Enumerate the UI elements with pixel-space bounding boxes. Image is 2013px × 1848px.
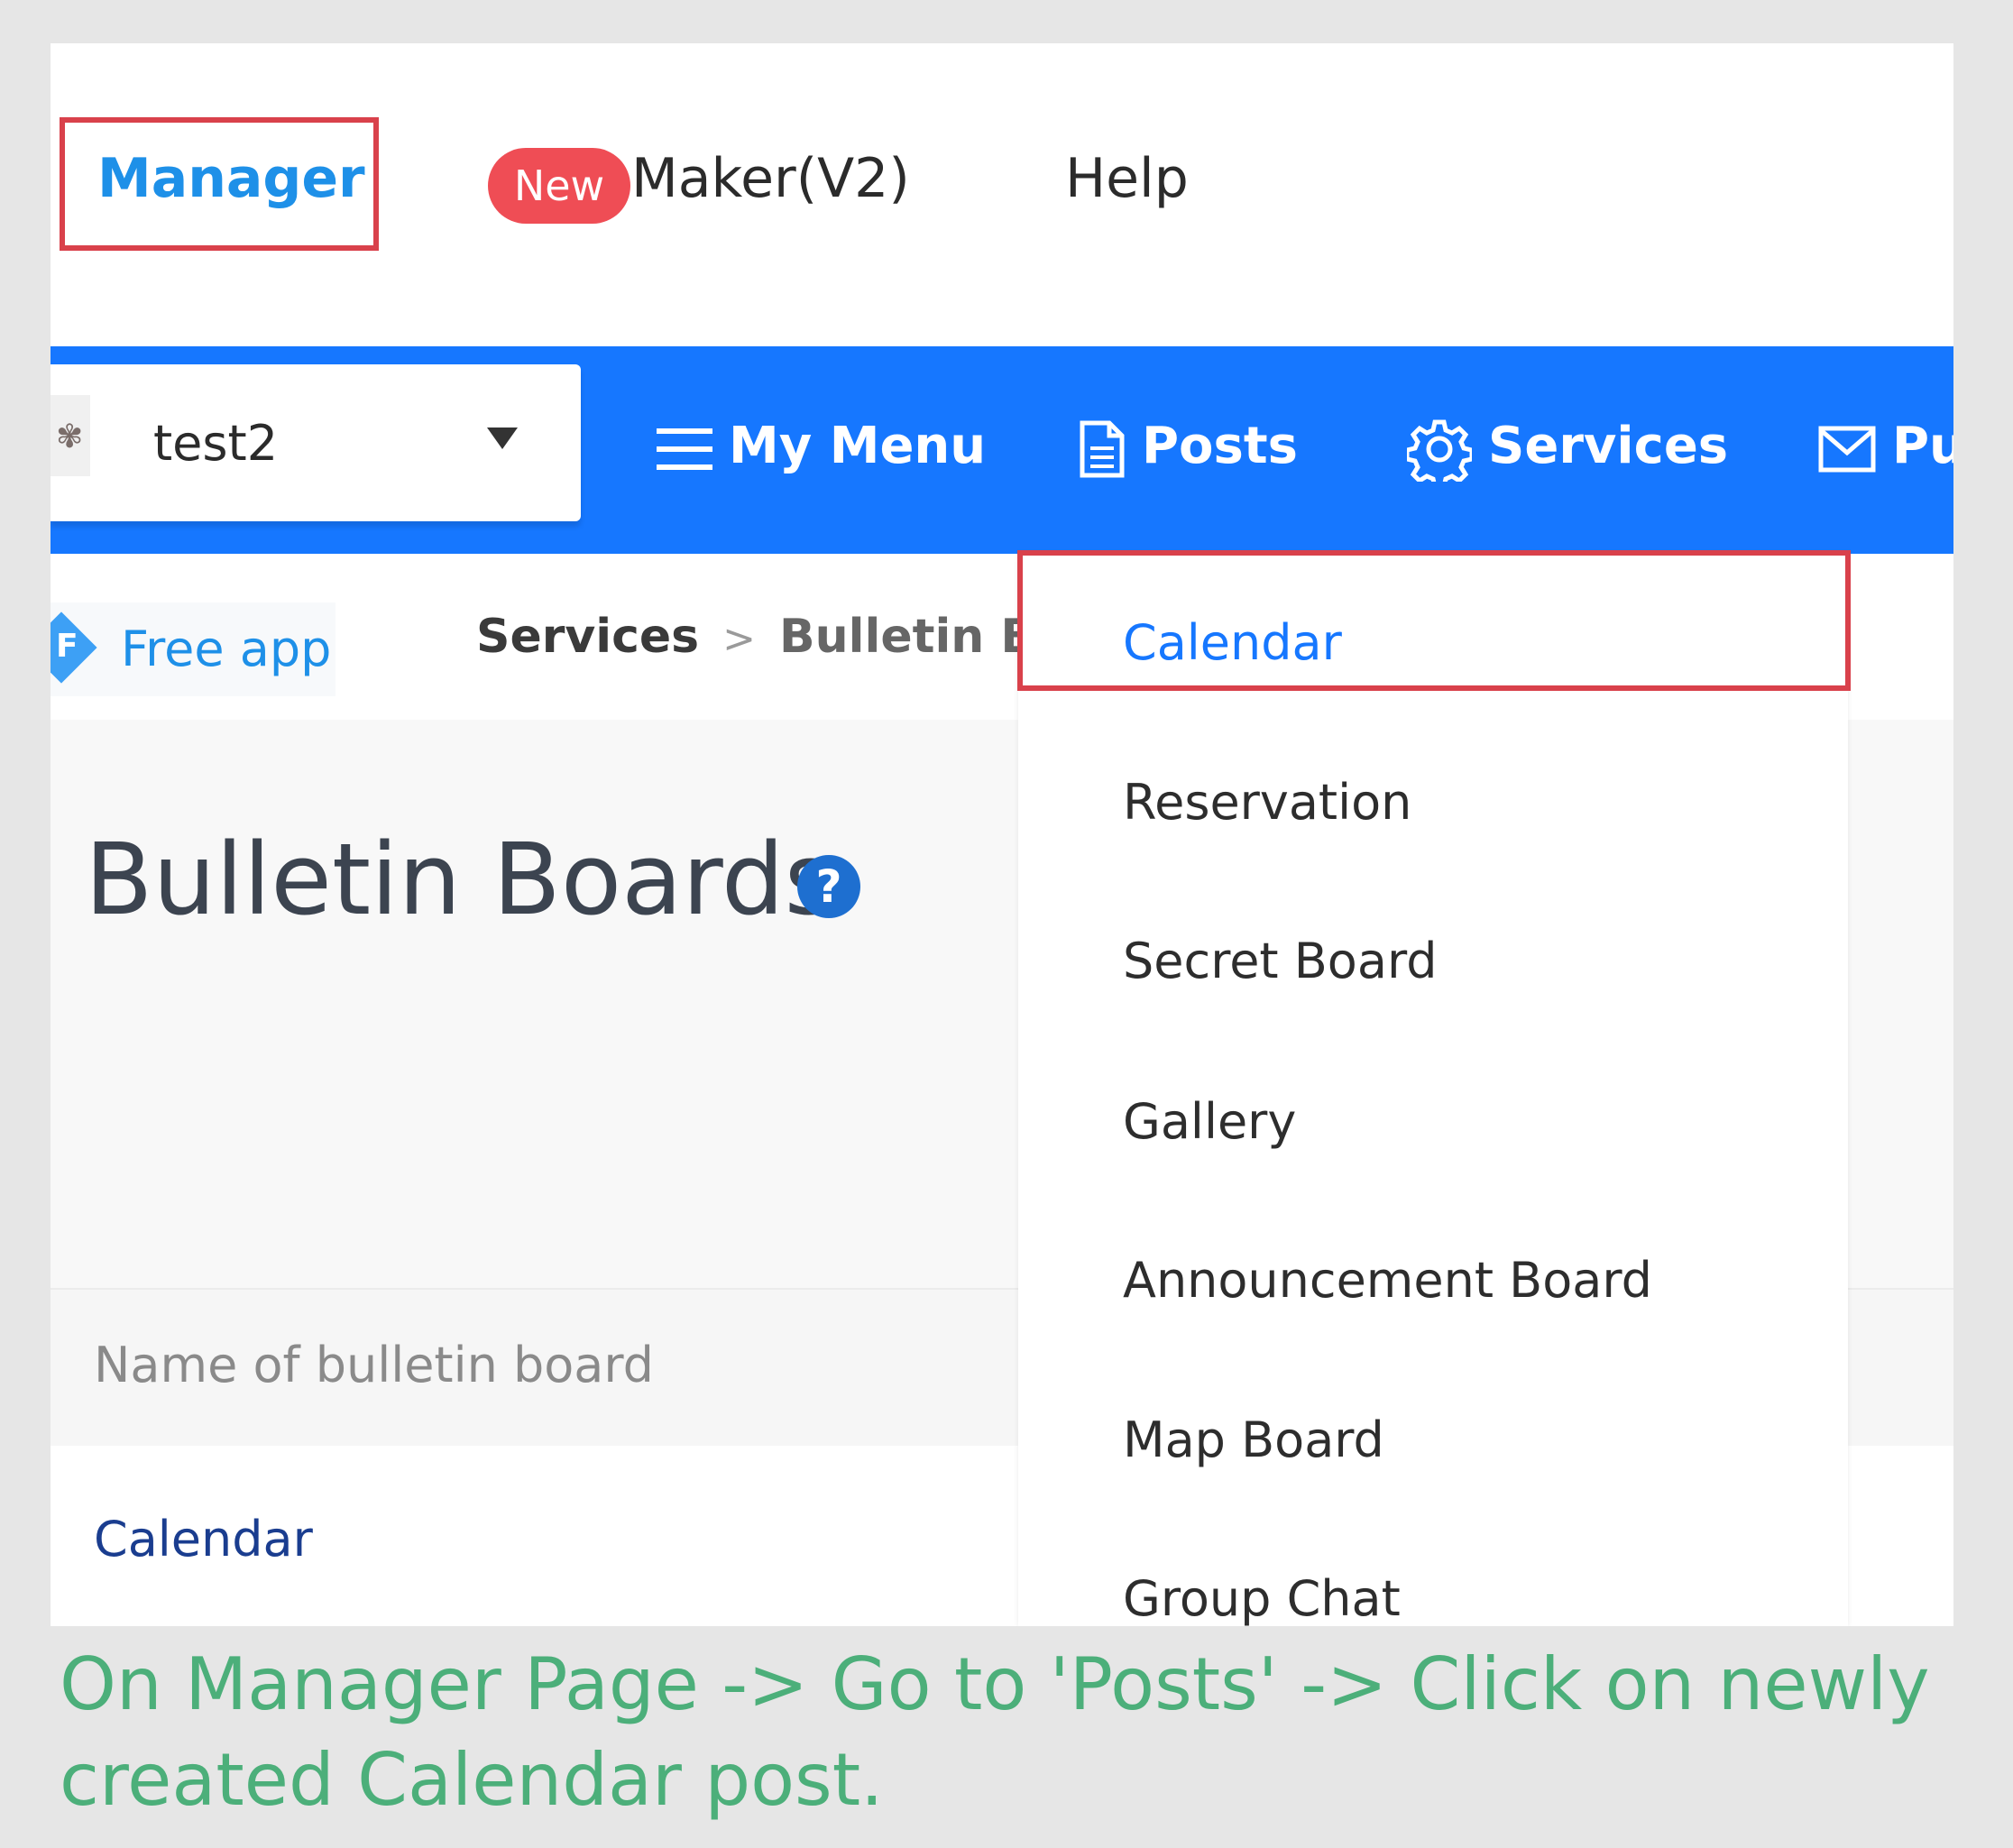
nav-posts-label: Posts	[1142, 417, 1298, 475]
breadcrumb-current: Bulletin B	[779, 610, 1037, 664]
app-selector-value: test2	[153, 415, 279, 472]
nav-my-menu[interactable]: My Menu	[657, 415, 986, 478]
menu-item-gallery[interactable]: Gallery	[1123, 1090, 1296, 1154]
new-badge: New	[488, 148, 630, 224]
caret-down-icon	[487, 428, 518, 449]
nav-my-menu-label: My Menu	[729, 417, 987, 475]
breadcrumb-services[interactable]: Services	[476, 610, 699, 664]
screenshot-frame: Manager New Maker(V2) Help ✾ test2 My Me…	[51, 43, 1953, 1626]
free-app-badge[interactable]: F Free app	[51, 602, 336, 696]
nav-push[interactable]: Pu	[1818, 415, 1953, 478]
breadcrumb: Services > Bulletin B	[476, 610, 1036, 664]
nav-push-label: Pu	[1892, 417, 1953, 475]
document-icon	[1080, 420, 1125, 478]
hamburger-icon	[657, 428, 712, 470]
nav-posts[interactable]: Posts	[1079, 415, 1298, 479]
breadcrumb-separator: >	[722, 616, 757, 662]
help-icon[interactable]: ?	[797, 855, 860, 918]
column-header-name: Name of bulletin board	[94, 1337, 654, 1393]
menu-item-reservation[interactable]: Reservation	[1123, 771, 1411, 834]
nav-services-label: Services	[1488, 417, 1729, 475]
gear-icon	[1404, 419, 1475, 490]
free-app-label: Free app	[121, 621, 332, 677]
instruction-caption: On Manager Page -> Go to 'Posts' -> Clic…	[60, 1642, 1930, 1822]
nav-services[interactable]: Services	[1404, 415, 1729, 490]
app-selector[interactable]: ✾ test2	[51, 364, 581, 521]
top-navigation: Manager New Maker(V2) Help	[51, 43, 1953, 346]
envelope-icon	[1818, 426, 1876, 473]
nav-help-link[interactable]: Help	[1065, 147, 1189, 210]
nav-maker-link[interactable]: Maker(V2)	[631, 147, 910, 210]
services-dropdown-menu: Calendar Reservation Secret Board Galler…	[1018, 556, 1848, 1626]
menu-item-group-chat[interactable]: Group Chat	[1123, 1568, 1401, 1626]
menu-item-secret-board[interactable]: Secret Board	[1123, 930, 1437, 993]
menu-item-map-board[interactable]: Map Board	[1123, 1409, 1384, 1472]
manager-highlight-box	[60, 117, 379, 251]
free-app-letter: F	[56, 628, 78, 665]
table-cell-name[interactable]: Calendar	[94, 1511, 313, 1568]
page-title: Bulletin Boards	[85, 822, 836, 937]
menu-item-announcement-board[interactable]: Announcement Board	[1123, 1249, 1652, 1312]
app-logo-icon: ✾	[51, 395, 90, 476]
calendar-highlight-box	[1017, 550, 1851, 691]
